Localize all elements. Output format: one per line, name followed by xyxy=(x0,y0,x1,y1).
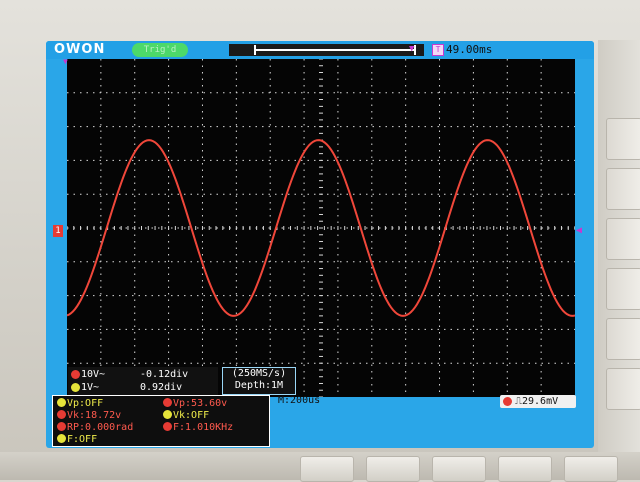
sample-rate: (250MS/s) xyxy=(231,368,287,379)
memory-timeline: ▼ xyxy=(229,44,424,56)
side-button-3[interactable] xyxy=(606,218,640,260)
ch1-scale: 10V~ xyxy=(81,369,106,380)
rising-edge-icon: ⎍ xyxy=(515,396,522,407)
measurement-panel: Vp:OFF Vk:18.72v RP:0.000rad F:OFF Vp:53… xyxy=(52,395,270,447)
measure-vk-ch1: Vk:18.72v xyxy=(57,410,121,422)
channel-row-ch1[interactable]: 10V~ -0.12div xyxy=(68,368,218,381)
red-dot-icon xyxy=(163,422,172,431)
bottom-button-2[interactable] xyxy=(366,456,420,482)
side-button-1[interactable] xyxy=(606,118,640,160)
triangle-left-icon[interactable]: ◀ xyxy=(576,225,582,236)
trigger-level-value: 29.6mV xyxy=(522,396,559,407)
yellow-dot-icon xyxy=(57,434,66,443)
measure-f-ch1: F:1.010KHz xyxy=(163,422,233,434)
waveform-display[interactable] xyxy=(67,59,575,397)
status-bar: OWON Trig'd ▼ T 49.00ms xyxy=(46,41,594,59)
side-button-6[interactable] xyxy=(606,368,640,410)
measure-vp-ch2: Vp:OFF xyxy=(57,398,103,410)
trigger-delay-value: 49.00ms xyxy=(446,43,493,56)
trigger-level-readout[interactable]: ⎍29.6mV xyxy=(500,395,576,408)
ch2-position: 0.92div xyxy=(140,382,183,393)
measure-rp-ch1: RP:0.000rad xyxy=(57,422,133,434)
bottom-button-1[interactable] xyxy=(300,456,354,482)
memory-depth: Depth:1M xyxy=(234,380,284,391)
oscilloscope-screen: OWON Trig'd ▼ T 49.00ms ▼ 1 ◀ 10V~ -0.12d… xyxy=(46,41,594,448)
bottom-button-3[interactable] xyxy=(432,456,486,482)
timebase-icon: T xyxy=(432,44,444,56)
side-button-2[interactable] xyxy=(606,168,640,210)
timeline-window xyxy=(254,49,414,51)
red-dot-icon xyxy=(57,410,66,419)
yellow-dot-icon xyxy=(57,398,66,407)
measure-f-ch2: F:OFF xyxy=(57,434,97,446)
ch1-dot-icon xyxy=(71,370,80,379)
measure-vp-ch1: Vp:53.60v xyxy=(163,398,227,410)
trigger-source-dot-icon xyxy=(503,397,512,406)
measure-vk-ch2: Vk:OFF xyxy=(163,410,209,422)
ch1-position-marker[interactable]: 1 xyxy=(53,225,63,237)
side-button-5[interactable] xyxy=(606,318,640,360)
channel-row-ch2[interactable]: 1V~ 0.92div xyxy=(68,381,218,394)
side-button-4[interactable] xyxy=(606,268,640,310)
triangle-down-icon: ▼ xyxy=(63,57,68,66)
red-dot-icon xyxy=(163,398,172,407)
waveform-svg xyxy=(67,59,575,397)
trigger-delay-readout: T 49.00ms xyxy=(432,43,492,57)
bottom-button-5[interactable] xyxy=(564,456,618,482)
ch1-position: -0.12div xyxy=(140,369,189,380)
horizontal-scale[interactable]: M:200us xyxy=(278,395,320,407)
ch2-dot-icon xyxy=(71,383,80,392)
yellow-dot-icon xyxy=(163,410,172,419)
bottom-button-4[interactable] xyxy=(498,456,552,482)
red-dot-icon xyxy=(57,422,66,431)
trigger-state-badge: Trig'd xyxy=(132,43,188,57)
ch2-scale: 1V~ xyxy=(81,382,100,393)
triangle-down-icon: ▼ xyxy=(409,44,415,54)
brand-logo: OWON xyxy=(54,42,106,57)
channel-info-panel: 10V~ -0.12div 1V~ 0.92div xyxy=(68,367,218,395)
acquisition-info: (250MS/s) Depth:1M xyxy=(222,367,296,395)
